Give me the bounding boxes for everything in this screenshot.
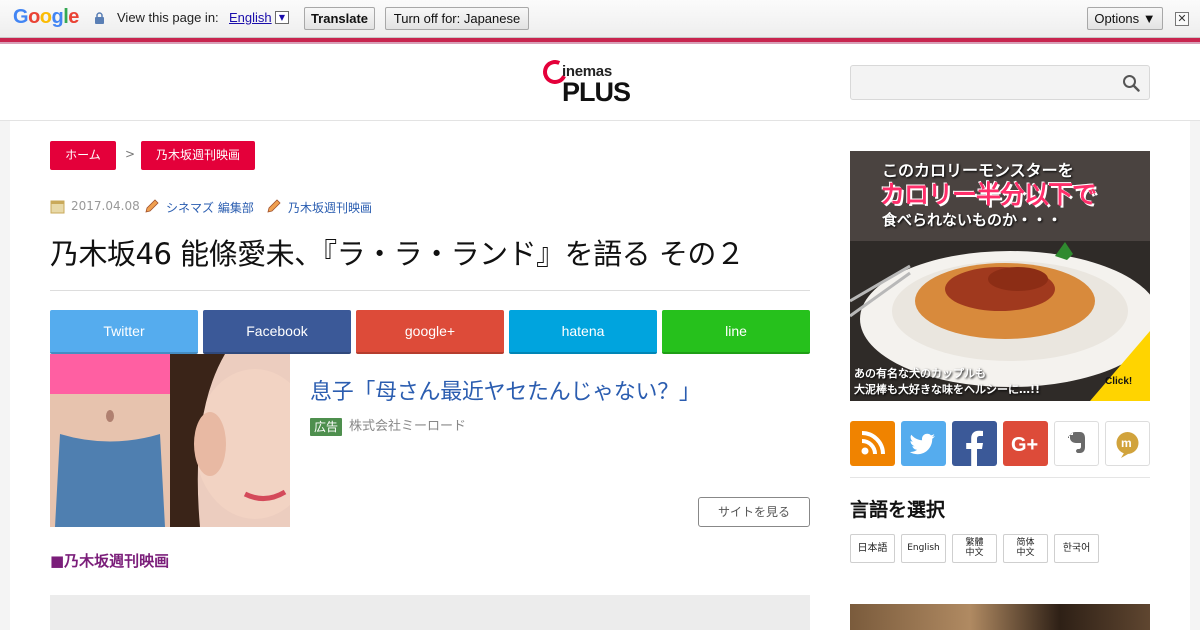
section-label: ■乃木坂週刊映画	[50, 552, 170, 570]
facebook-icon[interactable]	[952, 421, 997, 466]
mixi-icon[interactable]: m	[1105, 421, 1150, 466]
search-icon[interactable]	[1122, 74, 1140, 92]
ad-image[interactable]	[50, 354, 290, 527]
language-dropdown-arrow[interactable]: ▼	[275, 11, 289, 24]
breadcrumb-separator: >	[125, 147, 136, 161]
turn-off-button[interactable]: Turn off for: Japanese	[385, 7, 529, 30]
lock-icon	[95, 12, 104, 24]
pencil-icon	[145, 199, 159, 213]
close-icon[interactable]: ✕	[1175, 12, 1189, 26]
banner-click-label: Click!	[1105, 376, 1133, 387]
site-header: inemas PLUS	[0, 44, 1200, 121]
lang-english-button[interactable]: English	[901, 534, 946, 563]
ad-visit-site-button[interactable]: サイトを見る	[698, 497, 810, 527]
sidebar-ad-banner[interactable]: このカロリーモンスターを カロリー半分以下で 食べられないものか・・・ あの有名…	[850, 151, 1150, 401]
translate-bar: Google View this page in: English ▼ Tran…	[0, 0, 1200, 38]
lang-traditional-chinese-label: 繁體中文	[965, 538, 984, 558]
language-heading: 言語を選択	[850, 499, 946, 521]
share-twitter-button[interactable]: Twitter	[50, 310, 198, 354]
svg-text:G+: G+	[1011, 434, 1038, 456]
lang-korean-button[interactable]: 한국어	[1054, 534, 1099, 563]
ad-badge: 広告	[310, 418, 343, 436]
banner-footer-2: 大泥棒も大好きな味をヘルシーに…!!	[854, 383, 1041, 396]
lang-japanese-button[interactable]: 日本語	[850, 534, 895, 563]
share-line-button[interactable]: line	[662, 310, 810, 354]
banner-footer-1: あの有名な犬のカップルも	[854, 367, 986, 380]
main-content: ホーム > 乃木坂週刊映画 2017.04.08 シネマズ 編集部 乃木坂週刊映…	[10, 121, 1190, 630]
share-facebook-button[interactable]: Facebook	[203, 310, 351, 354]
article-main-image	[50, 595, 810, 630]
language-select[interactable]: English	[229, 10, 272, 25]
svg-text:m: m	[1121, 436, 1132, 450]
banner-line-2: カロリー半分以下で	[880, 180, 1097, 209]
lang-traditional-chinese-button[interactable]: 繁體中文	[952, 534, 997, 563]
sidebar-photo[interactable]	[850, 604, 1150, 630]
breadcrumb-category[interactable]: 乃木坂週刊映画	[141, 141, 255, 170]
logo-text-bottom: PLUS	[562, 77, 631, 107]
pencil-icon	[267, 199, 281, 213]
banner-line-3: 食べられないものか・・・	[882, 211, 1063, 229]
ad-title-link[interactable]: 息子「母さん最近ヤセたんじゃない？」	[310, 374, 701, 406]
share-googleplus-button[interactable]: google+	[356, 310, 504, 354]
sidebar-divider	[850, 477, 1150, 478]
post-author[interactable]: シネマズ 編集部	[166, 199, 254, 216]
share-hatena-button[interactable]: hatena	[509, 310, 657, 354]
breadcrumb-home[interactable]: ホーム	[50, 141, 116, 170]
title-divider	[50, 290, 810, 291]
search-box	[850, 65, 1150, 100]
options-button[interactable]: Options ▼	[1087, 7, 1163, 30]
twitter-icon[interactable]	[901, 421, 946, 466]
search-input[interactable]	[857, 72, 1115, 94]
translate-button[interactable]: Translate	[304, 7, 375, 30]
rss-icon[interactable]	[850, 421, 895, 466]
post-date: 2017.04.08	[71, 199, 140, 213]
site-logo[interactable]: inemas PLUS	[539, 56, 643, 107]
view-page-in-label: View this page in:	[117, 10, 219, 25]
post-category[interactable]: 乃木坂週刊映画	[288, 199, 372, 216]
google-plus-icon[interactable]: G+	[1003, 421, 1048, 466]
lang-simplified-chinese-label: 简体中文	[1016, 538, 1035, 558]
evernote-icon[interactable]	[1054, 421, 1099, 466]
google-logo: Google	[13, 6, 79, 28]
ad-sponsor: 株式会社ミーロード	[349, 419, 467, 434]
calendar-icon	[50, 200, 65, 214]
article-title: 乃木坂46 能條愛未、『ラ・ラ・ランド』を語る その２	[50, 237, 745, 271]
lang-simplified-chinese-button[interactable]: 简体中文	[1003, 534, 1048, 563]
